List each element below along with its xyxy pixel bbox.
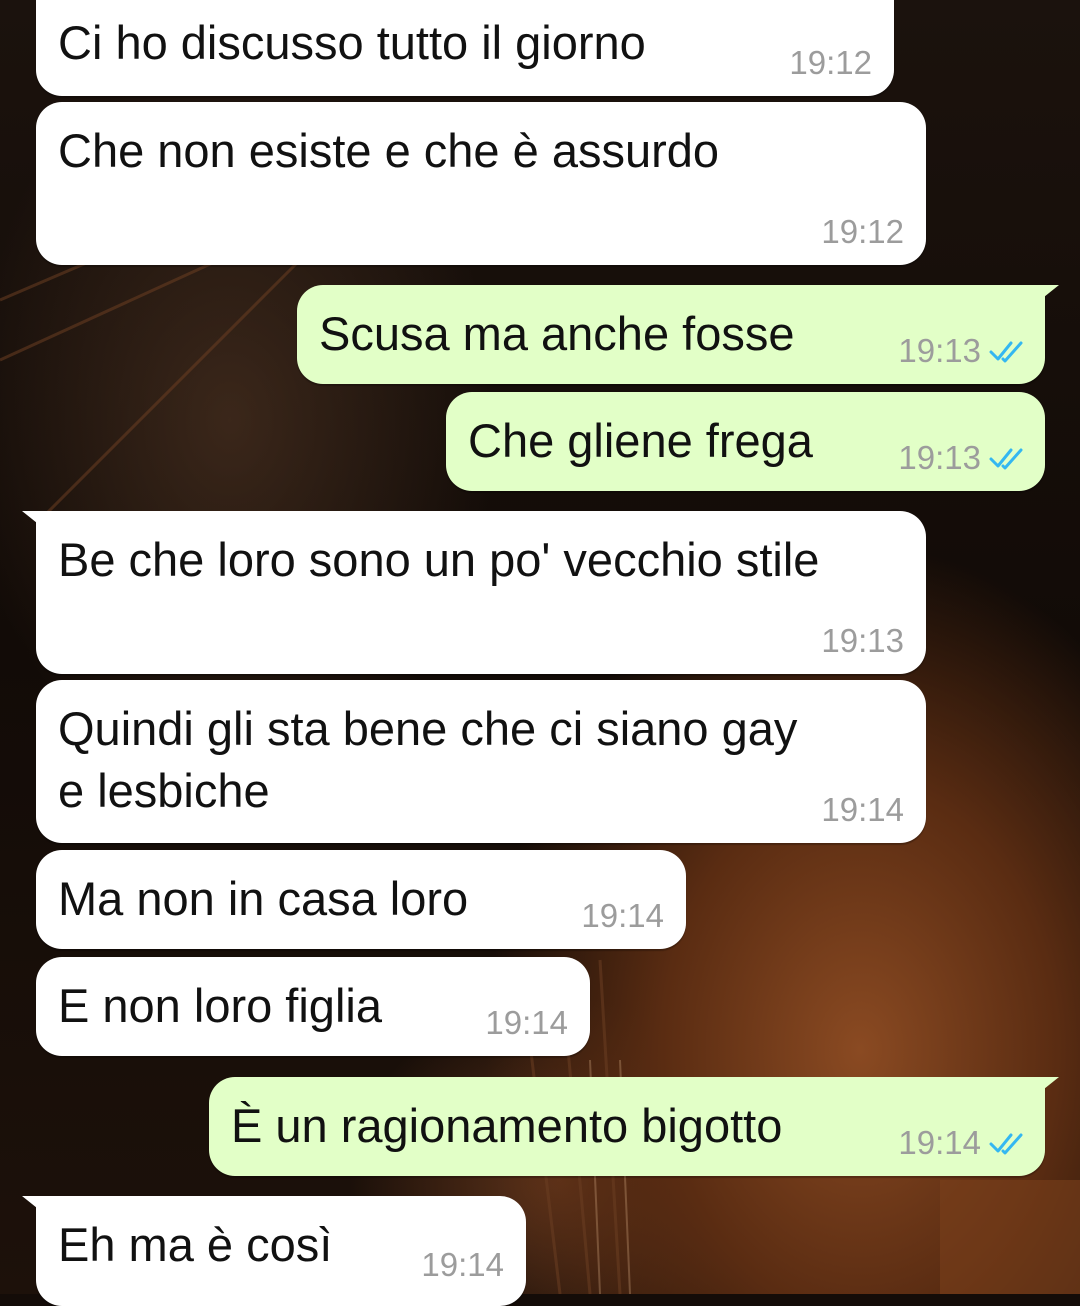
message-timestamp: 19:12 (789, 44, 872, 81)
double-check-icon (989, 448, 1023, 470)
message-text: Che gliene frega (468, 414, 813, 467)
message-text: Be che loro sono un po' vecchio stile (58, 533, 820, 586)
message-bubble-incoming[interactable]: Ma non in casa loro 19:14 (36, 850, 686, 949)
bubble-tail (22, 511, 52, 535)
message-bubble-outgoing[interactable]: È un ragionamento bigotto 19:14 (209, 1077, 1059, 1176)
message-text: È un ragionamento bigotto (231, 1099, 783, 1152)
message-timestamp: 19:13 (898, 439, 1029, 477)
bubble-tail (1029, 1077, 1059, 1101)
message-bubble-incoming[interactable]: Che non esiste e che è assurdo 19:12 (36, 102, 926, 265)
message-text: Ma non in casa loro (58, 872, 469, 925)
message-timestamp: 19:14 (485, 1004, 568, 1041)
message-bubble-incoming[interactable]: Eh ma è così 19:14 (22, 1196, 526, 1306)
message-text: Ci ho discusso tutto il giorno (58, 16, 646, 69)
message-text: E non loro figlia (58, 979, 382, 1032)
message-bubble-outgoing[interactable]: Che gliene frega 19:13 (446, 392, 1045, 491)
message-bubble-incoming[interactable]: Ci ho discusso tutto il giorno 19:12 (36, 0, 894, 96)
message-timestamp: 19:14 (898, 1124, 1029, 1162)
message-text: Scusa ma anche fosse (319, 307, 795, 360)
double-check-icon (989, 341, 1023, 363)
bubble-tail (22, 1196, 52, 1220)
double-check-icon (989, 1133, 1023, 1155)
message-timestamp: 19:13 (898, 332, 1029, 370)
message-text-line: Quindi gli sta bene che ci siano gay (58, 702, 798, 755)
message-timestamp: 19:13 (821, 622, 904, 659)
message-text: Eh ma è così (58, 1218, 333, 1271)
message-timestamp: 19:14 (581, 897, 664, 934)
message-timestamp: 19:12 (821, 213, 904, 250)
message-text-line: e lesbiche (58, 764, 270, 817)
message-timestamp: 19:14 (421, 1246, 504, 1283)
message-bubble-incoming[interactable]: Quindi gli sta bene che ci siano gay e l… (36, 680, 926, 843)
message-timestamp: 19:14 (821, 791, 904, 828)
bubble-tail (1029, 285, 1059, 309)
message-text: Che non esiste e che è assurdo (58, 124, 720, 177)
message-bubble-incoming[interactable]: Be che loro sono un po' vecchio stile 19… (22, 511, 926, 674)
message-bubble-outgoing[interactable]: Scusa ma anche fosse 19:13 (297, 285, 1059, 384)
message-bubble-incoming[interactable]: E non loro figlia 19:14 (36, 957, 590, 1056)
